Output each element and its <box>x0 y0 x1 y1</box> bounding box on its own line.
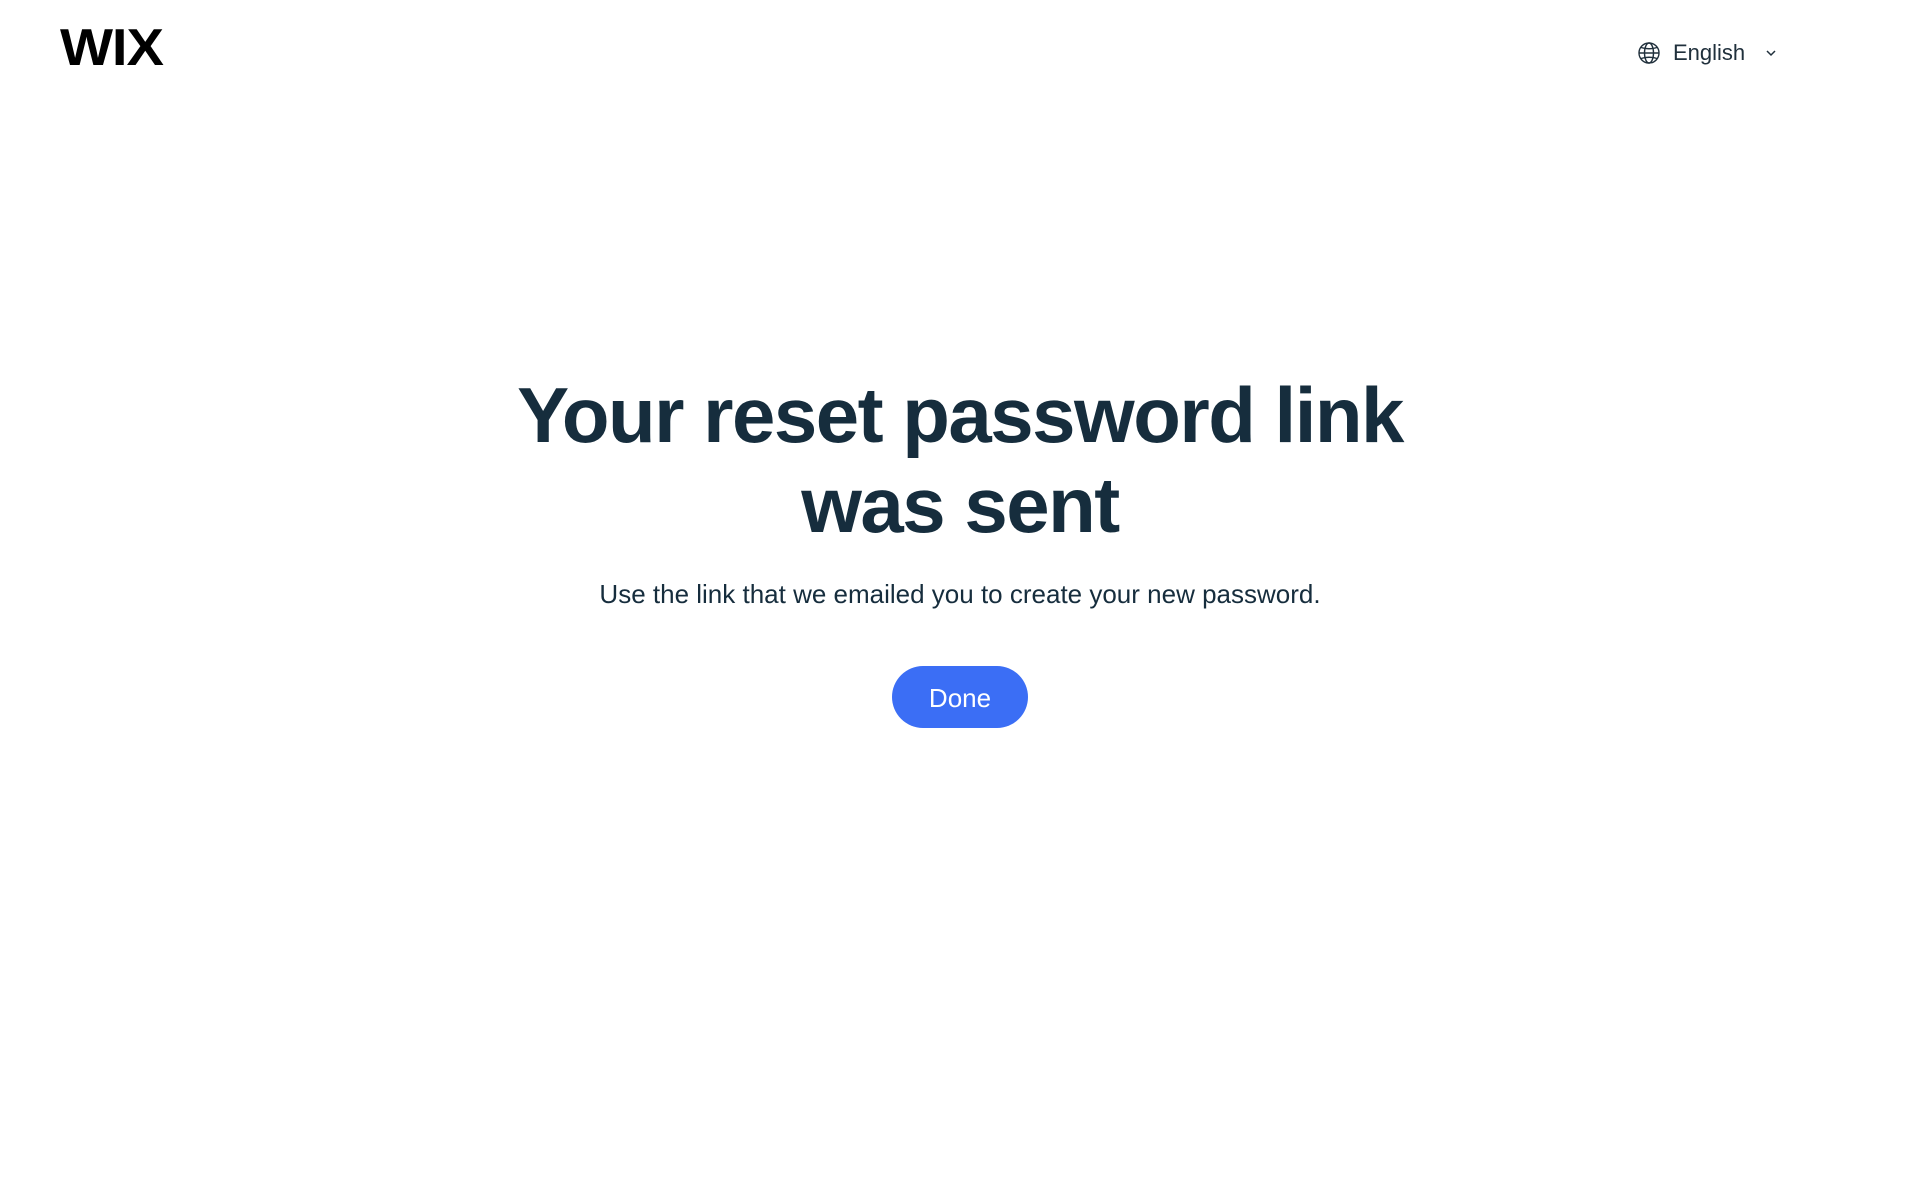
chevron-down-icon <box>1763 45 1779 61</box>
page: WIX English Your reset password link was… <box>0 0 1920 1200</box>
page-title: Your reset password link was sent <box>517 371 1404 549</box>
wix-logo[interactable]: WIX <box>60 22 164 74</box>
language-label: English <box>1673 40 1746 65</box>
confirmation-panel: Your reset password link was sent Use th… <box>0 370 1920 728</box>
confirmation-message: Use the link that we emailed you to crea… <box>599 579 1321 609</box>
globe-icon <box>1637 41 1661 65</box>
done-button[interactable]: Done <box>892 666 1028 728</box>
language-selector[interactable]: English <box>1637 34 1779 72</box>
